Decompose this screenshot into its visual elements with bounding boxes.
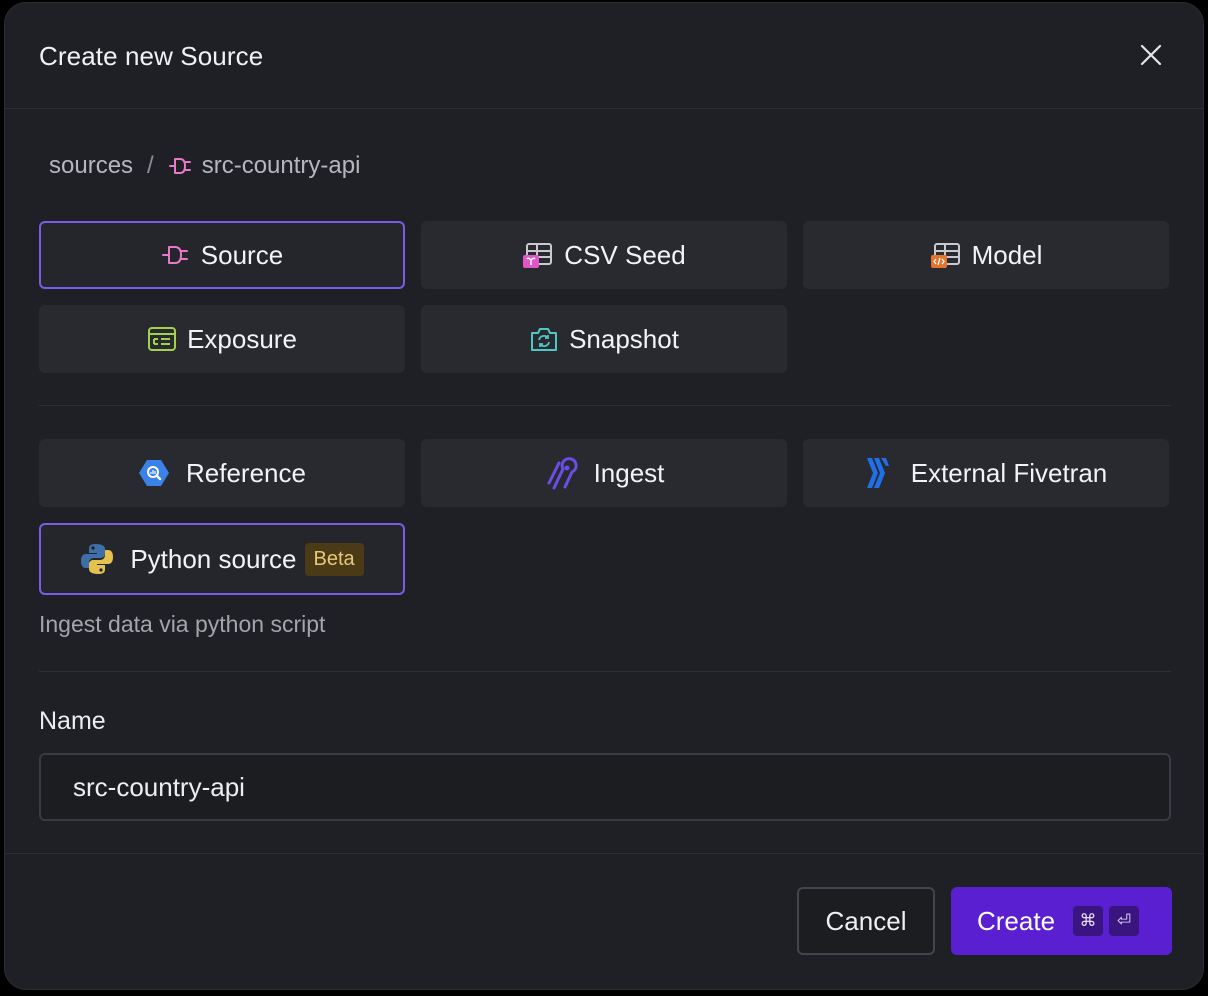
tile-label: Snapshot: [569, 323, 679, 354]
section-divider: [39, 405, 1171, 406]
name-input[interactable]: [39, 753, 1171, 821]
dialog-header: Create new Source: [5, 3, 1203, 109]
beta-badge: Beta: [304, 542, 364, 576]
tile-label: Reference: [186, 457, 306, 488]
tile-external-fivetran[interactable]: External Fivetran: [803, 439, 1169, 507]
tile-model[interactable]: Model: [803, 221, 1169, 289]
tile-label: Ingest: [593, 457, 665, 488]
exposure-icon: [147, 325, 177, 353]
breadcrumb-separator: /: [147, 152, 154, 179]
footer-divider: [5, 853, 1203, 854]
fivetran-icon: [865, 456, 891, 490]
bigquery-icon: [138, 458, 170, 488]
tile-label: Source: [200, 239, 284, 270]
tile-exposure[interactable]: Exposure: [39, 305, 405, 373]
snapshot-icon: [529, 325, 559, 353]
tile-label: CSV Seed: [564, 239, 686, 270]
name-field-label: Name: [39, 707, 106, 735]
close-button[interactable]: [1137, 41, 1165, 69]
tile-ingest[interactable]: Ingest: [421, 439, 787, 507]
breadcrumb-root[interactable]: sources: [49, 152, 133, 180]
tile-label: Exposure: [187, 323, 297, 354]
command-key-icon: ⌘: [1073, 906, 1104, 936]
create-source-dialog: Create new Source sources / src-country-…: [4, 2, 1204, 990]
tile-label: External Fivetran: [910, 457, 1108, 488]
tile-snapshot[interactable]: Snapshot: [421, 305, 787, 373]
plug-icon: [168, 155, 194, 177]
airbyte-icon: [544, 456, 578, 490]
close-icon: [1140, 44, 1162, 66]
tile-source[interactable]: Source: [39, 221, 405, 289]
breadcrumb-current: src-country-api: [201, 152, 361, 179]
dialog-title: Create new Source: [39, 41, 264, 71]
tile-python-source[interactable]: Python source Beta: [39, 523, 405, 595]
csv-seed-icon: [522, 241, 554, 269]
breadcrumb: sources / src-country-api: [49, 151, 360, 181]
tile-csv-seed[interactable]: CSV Seed: [421, 221, 787, 289]
python-icon: [80, 542, 114, 576]
cancel-button[interactable]: Cancel: [797, 887, 935, 955]
section-divider: [39, 671, 1171, 672]
create-button[interactable]: Create ⌘ ⏎: [951, 887, 1172, 955]
tile-reference[interactable]: Reference: [39, 439, 405, 507]
plug-icon: [161, 243, 191, 267]
selected-type-description: Ingest data via python script: [39, 611, 326, 637]
enter-key-icon: ⏎: [1109, 906, 1140, 936]
model-icon: [930, 241, 962, 269]
tile-label: Python source: [130, 543, 297, 574]
create-button-label: Create: [977, 905, 1056, 936]
tile-label: Model: [971, 239, 1043, 270]
